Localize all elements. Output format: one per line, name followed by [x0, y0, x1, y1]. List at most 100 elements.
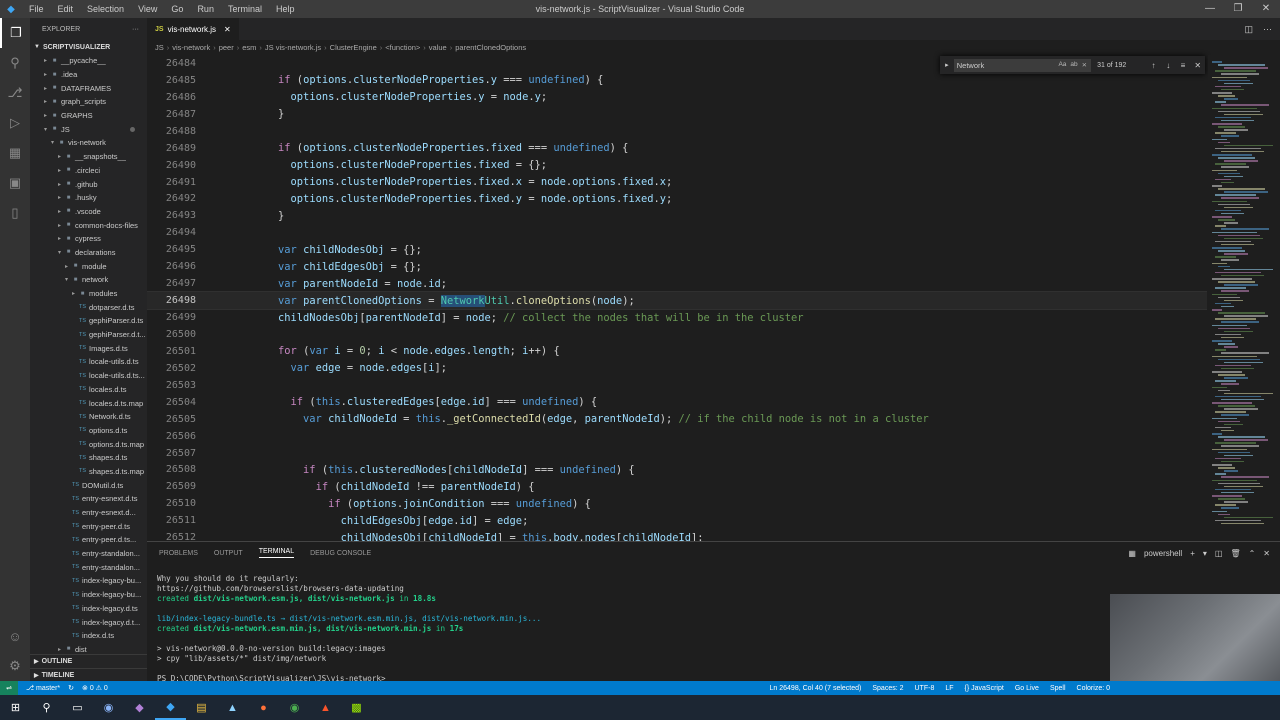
tab-terminal[interactable]: TERMINAL	[258, 548, 295, 558]
file-tree-item[interactable]: TS options.d.ts.map	[30, 437, 147, 451]
previous-match-icon[interactable]: ↑	[1146, 61, 1161, 70]
close-tab-icon[interactable]: ✕	[224, 25, 231, 34]
regex-icon[interactable]: ⨯	[1082, 61, 1087, 69]
code-line[interactable]: 26494	[147, 224, 1207, 241]
file-tree-item[interactable]: TS gephiParser.d.ts	[30, 314, 147, 328]
file-tree-item[interactable]: ▸ ■ .husky	[30, 191, 147, 205]
close-window-icon[interactable]: ✕	[1252, 0, 1280, 18]
branch-indicator[interactable]: ⎇ master*	[26, 684, 60, 692]
file-tree-item[interactable]: TS locale-utils.d.ts	[30, 355, 147, 369]
file-tree-item[interactable]: TS entry-peer.d.ts	[30, 519, 147, 533]
sync-icon[interactable]: ↻	[68, 684, 74, 692]
chevron-up-icon[interactable]: ⌃	[1249, 549, 1256, 558]
language-mode[interactable]: {} JavaScript	[965, 685, 1004, 692]
extensions-icon[interactable]: ▦	[0, 138, 30, 168]
eol[interactable]: LF	[945, 685, 953, 692]
find-in-selection-icon[interactable]: ≡	[1176, 61, 1191, 70]
file-tree-item[interactable]: TS Network.d.ts	[30, 410, 147, 424]
file-tree-item[interactable]: TS Images.d.ts	[30, 341, 147, 355]
code-line[interactable]: 26490 options.clusterNodeProperties.fixe…	[147, 157, 1207, 174]
account-icon[interactable]: ☺	[0, 621, 30, 651]
code-line[interactable]: 26493 }	[147, 207, 1207, 224]
file-tree-item[interactable]: TS shapes.d.ts.map	[30, 465, 147, 479]
file-tree-item[interactable]: ▸ ■ cypress	[30, 232, 147, 246]
breadcrumb-item[interactable]: JS vis-network.js	[265, 43, 321, 52]
workspace-root[interactable]: ▼ SCRIPTVISUALIZER	[30, 40, 147, 54]
taskbar-search-icon[interactable]: ⚲	[31, 695, 62, 720]
tab-debug-console[interactable]: DEBUG CONSOLE	[310, 550, 371, 557]
remote-explorer-icon[interactable]: ▣	[0, 168, 30, 198]
chrome-icon[interactable]: ◉	[279, 695, 310, 720]
run-debug-icon[interactable]: ▷	[0, 108, 30, 138]
whole-word-icon[interactable]: ab	[1070, 61, 1077, 69]
file-tree-item[interactable]: TS index-legacy-bu...	[30, 588, 147, 602]
code-line[interactable]: 26486 options.clusterNodeProperties.y = …	[147, 89, 1207, 106]
close-panel-icon[interactable]: ✕	[1263, 549, 1270, 558]
more-actions-icon[interactable]: ···	[1263, 24, 1272, 35]
encoding[interactable]: UTF-8	[915, 685, 935, 692]
code-line[interactable]: 26485 if (options.clusterNodeProperties.…	[147, 72, 1207, 89]
firefox-icon[interactable]: ●	[248, 695, 279, 720]
code-line[interactable]: 26491 options.clusterNodeProperties.fixe…	[147, 174, 1207, 191]
code-line[interactable]: 26489 if (options.clusterNodeProperties.…	[147, 140, 1207, 157]
code-line[interactable]: 26488	[147, 123, 1207, 140]
code-line[interactable]: 26504 if (this.clusteredEdges[edge.id] =…	[147, 394, 1207, 411]
file-tree-item[interactable]: ▾ ■ network	[30, 273, 147, 287]
toggle-replace-icon[interactable]: ▸	[940, 61, 954, 69]
file-tree-item[interactable]: ▾ ■ JS	[30, 122, 147, 136]
split-editor-icon[interactable]: ◫	[1244, 24, 1253, 35]
menu-item-file[interactable]: File	[22, 4, 51, 14]
terminal-app-icon[interactable]: ▩	[341, 695, 372, 720]
menu-item-edit[interactable]: Edit	[51, 4, 81, 14]
app-icon[interactable]: ▲	[217, 695, 248, 720]
file-tree-item[interactable]: ▸ ■ .idea	[30, 68, 147, 82]
file-tree-item[interactable]: TS locale-utils.d.ts...	[30, 369, 147, 383]
colorize-button[interactable]: Colorize: 0	[1077, 685, 1110, 692]
trash-icon[interactable]: 🗑	[1230, 549, 1240, 558]
menu-item-run[interactable]: Run	[190, 4, 221, 14]
outline-section[interactable]: ▶ OUTLINE	[30, 654, 147, 668]
more-actions-icon[interactable]: ···	[132, 26, 139, 33]
visual-studio-icon[interactable]: ◆	[124, 695, 155, 720]
file-tree-item[interactable]: TS DOMutil.d.ts	[30, 478, 147, 492]
breadcrumb-item[interactable]: ClusterEngine	[330, 43, 377, 52]
file-explorer-icon[interactable]: ▤	[186, 695, 217, 720]
file-tree-item[interactable]: TS locales.d.ts	[30, 383, 147, 397]
code-line[interactable]: 26495 var childNodesObj = {};	[147, 241, 1207, 258]
file-tree-item[interactable]: TS options.d.ts	[30, 424, 147, 438]
code-line[interactable]: 26512 childNodesObj[childNodeId] = this.…	[147, 529, 1207, 541]
file-tree-item[interactable]: TS locales.d.ts.map	[30, 396, 147, 410]
code-line[interactable]: 26492 options.clusterNodeProperties.fixe…	[147, 191, 1207, 208]
code-line[interactable]: 26496 var childEdgesObj = {};	[147, 258, 1207, 275]
code-line[interactable]: 26507	[147, 445, 1207, 462]
code-view[interactable]: 26484 26485 if (options.clusterNodeProper…	[147, 55, 1207, 541]
file-tree-item[interactable]: ▸ ■ __pycache__	[30, 54, 147, 68]
file-tree-item[interactable]: ▸ ■ __snapshots__	[30, 150, 147, 164]
file-tree-item[interactable]: ▸ ■ DATAFRAMES	[30, 81, 147, 95]
close-find-icon[interactable]: ✕	[1190, 61, 1205, 70]
file-tree-item[interactable]: TS gephiParser.d.t...	[30, 328, 147, 342]
task-view-icon[interactable]: ▭	[62, 695, 93, 720]
file-tree-item[interactable]: TS entry-esnext.d.ts	[30, 492, 147, 506]
breadcrumb-item[interactable]: parentClonedOptions	[455, 43, 526, 52]
breadcrumb-item[interactable]: esm	[242, 43, 256, 52]
gear-icon[interactable]: ⚙	[0, 651, 30, 681]
minimize-icon[interactable]: —	[1196, 0, 1224, 18]
code-line[interactable]: 26510 if (options.joinCondition === unde…	[147, 495, 1207, 512]
file-tree-item[interactable]: ▸ ■ .vscode	[30, 205, 147, 219]
file-tree-item[interactable]: TS index-legacy-bu...	[30, 574, 147, 588]
code-line[interactable]: 26505 var childNodeId = this._getConnect…	[147, 411, 1207, 428]
breadcrumb-item[interactable]: <function>	[385, 43, 420, 52]
timeline-section[interactable]: ▶ TIMELINE	[30, 668, 147, 681]
tab-output[interactable]: OUTPUT	[214, 550, 243, 557]
breadcrumb-item[interactable]: peer	[219, 43, 234, 52]
code-line[interactable]: 26497 var parentNodeId = node.id;	[147, 275, 1207, 292]
app-icon[interactable]: ◉	[93, 695, 124, 720]
code-line[interactable]: 26487 }	[147, 106, 1207, 123]
file-tree-item[interactable]: TS index.d.ts	[30, 629, 147, 643]
file-tree-item[interactable]: ▸ ■ .circleci	[30, 164, 147, 178]
code-line[interactable]: 26501 for (var i = 0; i < node.edges.len…	[147, 343, 1207, 360]
menu-item-selection[interactable]: Selection	[80, 4, 131, 14]
next-match-icon[interactable]: ↓	[1161, 61, 1176, 70]
add-terminal-icon[interactable]: +	[1190, 549, 1195, 558]
